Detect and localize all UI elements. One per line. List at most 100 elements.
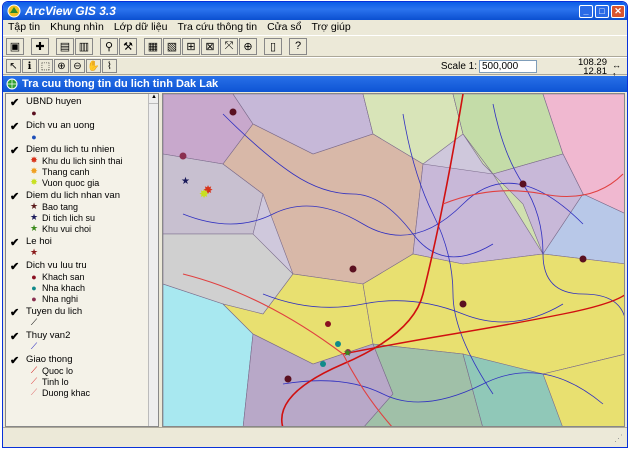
scale-box: Scale 1: bbox=[441, 60, 537, 73]
theme-visibility-checkbox[interactable]: ✔ bbox=[10, 306, 19, 319]
coordinate-readout: 108.29 12.81 bbox=[578, 58, 607, 77]
theme-name: Diem du lich nhan van bbox=[26, 190, 120, 201]
layout-icon: ▯ bbox=[269, 40, 277, 53]
legend-symbol-label: Duong khac bbox=[42, 387, 91, 398]
menu-window[interactable]: Cửa sổ bbox=[262, 21, 306, 33]
pointer-icon: ↖ bbox=[9, 60, 18, 72]
select-feature-tool[interactable]: ⬚ bbox=[38, 59, 53, 73]
guest-house-point[interactable] bbox=[335, 341, 341, 347]
add-theme-button[interactable]: ✚ bbox=[31, 37, 49, 55]
theme-entry[interactable]: ✔ Tuyen du lich ⟋ bbox=[6, 306, 158, 328]
theme-entry[interactable]: ✔ Dich vu luu tru ● Khach san ● Nha khach ● Nha… bbox=[6, 260, 158, 304]
resize-grip-icon[interactable]: ⋰ bbox=[614, 433, 623, 444]
district-office-point[interactable] bbox=[284, 375, 292, 383]
zoom-out-fixed-button[interactable]: ⊕ bbox=[239, 37, 257, 55]
help-button[interactable]: ? bbox=[289, 37, 307, 55]
scroll-up-icon[interactable]: ▲ bbox=[149, 94, 158, 104]
legend-symbol-icon: ● bbox=[31, 131, 37, 142]
theme-visibility-checkbox[interactable]: ✔ bbox=[10, 236, 19, 249]
table-of-contents: ✔ UBND huyen ● ✔ Dich vu an uong ● ✔ Diem du li… bbox=[5, 93, 159, 427]
district-office-point[interactable] bbox=[349, 265, 357, 273]
legend-symbol-row: ✸ Thang canh bbox=[26, 166, 158, 177]
map-canvas[interactable]: ✸ ✸ ★ ★ bbox=[163, 94, 625, 427]
save-project-button[interactable]: ▣ bbox=[6, 37, 24, 55]
theme-entry[interactable]: ✔ Thuy van2 ⟋ bbox=[6, 330, 158, 352]
menu-view[interactable]: Khung nhìn bbox=[45, 21, 109, 33]
layout-button[interactable]: ▯ bbox=[264, 37, 282, 55]
map-display[interactable]: ✸ ✸ ★ ★ bbox=[162, 93, 625, 427]
legend-icon: ▥ bbox=[78, 40, 90, 53]
zoom-out-tool[interactable]: ⊖ bbox=[70, 59, 85, 73]
theme-visibility-checkbox[interactable]: ✔ bbox=[10, 260, 19, 273]
minimize-button[interactable]: _ bbox=[579, 4, 593, 18]
theme-visibility-checkbox[interactable]: ✔ bbox=[10, 144, 19, 157]
theme-visibility-checkbox[interactable]: ✔ bbox=[10, 120, 19, 133]
theme-entry[interactable]: ✔ Diem du lich tu nhien ✸ Khu du lich sinh … bbox=[6, 144, 158, 188]
theme-entry[interactable]: ✔ UBND huyen ● bbox=[6, 96, 158, 118]
identify-tool[interactable]: ℹ bbox=[22, 59, 37, 73]
scale-input[interactable] bbox=[479, 60, 537, 73]
legend-symbol-row: ★ Di tich lich su bbox=[26, 212, 158, 223]
legend-symbol-label: Khach san bbox=[42, 271, 85, 282]
theme-list: ✔ UBND huyen ● ✔ Dich vu an uong ● ✔ Diem du li… bbox=[6, 96, 158, 398]
legend-symbol-row: ● bbox=[26, 131, 158, 142]
historic-site-point[interactable]: ★ bbox=[181, 176, 190, 187]
hotel-point[interactable] bbox=[325, 321, 331, 327]
theme-name: Thuy van2 bbox=[26, 330, 71, 341]
legend-symbol-label: Vuon quoc gia bbox=[42, 177, 100, 188]
menu-file[interactable]: Tập tin bbox=[3, 21, 45, 33]
legend-symbol-label: Nha nghi bbox=[42, 293, 79, 304]
status-bar: ⋰ bbox=[3, 427, 627, 447]
view-title: Tra cuu thong tin du lich tinh Dak Lak bbox=[22, 78, 219, 90]
pan-tool[interactable]: ✋ bbox=[86, 59, 101, 73]
zoom-to-selected-button[interactable]: ▧ bbox=[163, 37, 181, 55]
properties-icon: ▤ bbox=[59, 40, 71, 53]
zoom-full-extent-button[interactable]: ⊞ bbox=[182, 37, 200, 55]
legend-symbol-row: ⟋ Quoc lo bbox=[26, 365, 158, 376]
theme-entry[interactable]: ✔ Giao thong ⟋ Quoc lo ⟋ Tinh lo ⟋ Duong khac bbox=[6, 354, 158, 398]
theme-name: Diem du lich tu nhien bbox=[26, 144, 115, 155]
query-builder-button[interactable]: ⚒ bbox=[119, 37, 137, 55]
menu-query[interactable]: Tra cứu thông tin bbox=[172, 21, 262, 33]
national-park-point[interactable]: ✸ bbox=[199, 187, 209, 201]
district-office-point[interactable] bbox=[459, 300, 467, 308]
theme-name: UBND huyen bbox=[26, 96, 82, 107]
find-button[interactable]: ⚲ bbox=[100, 37, 118, 55]
save-icon: ▣ bbox=[9, 40, 21, 53]
theme-entry[interactable]: ✔ Diem du lich nhan van ★ Bao tang ★ Di tich … bbox=[6, 190, 158, 234]
pointer-tool[interactable]: ↖ bbox=[6, 59, 21, 73]
guest-house-point[interactable] bbox=[320, 361, 326, 367]
district-office-point[interactable] bbox=[179, 152, 187, 160]
menu-layer[interactable]: Lớp dữ liệu bbox=[109, 21, 173, 33]
theme-visibility-checkbox[interactable]: ✔ bbox=[10, 354, 19, 367]
zoom-out-icon: ⊖ bbox=[73, 60, 82, 72]
theme-entry[interactable]: ✔ Le hoi ★ bbox=[6, 236, 158, 258]
edit-legend-button[interactable]: ▥ bbox=[75, 37, 93, 55]
district-office-point[interactable] bbox=[519, 180, 527, 188]
arcview-app-icon bbox=[7, 4, 21, 18]
close-button[interactable]: ✕ bbox=[611, 4, 625, 18]
select-all-button[interactable]: ▦ bbox=[144, 37, 162, 55]
scale-label: Scale 1: bbox=[440, 61, 477, 72]
legend-symbol-row: ● bbox=[26, 107, 158, 118]
menu-help[interactable]: Trợ giúp bbox=[307, 21, 356, 33]
zoom-in-fixed-button[interactable]: ⤧ bbox=[220, 37, 238, 55]
zoom-in-fixed-icon: ⤧ bbox=[224, 39, 234, 52]
globe-icon bbox=[6, 78, 18, 90]
theme-properties-button[interactable]: ▤ bbox=[56, 37, 74, 55]
zoom-to-themes-button[interactable]: ⊠ bbox=[201, 37, 219, 55]
legend-symbol-row: ⟋ Tinh lo bbox=[26, 376, 158, 387]
amusement-point[interactable]: ★ bbox=[343, 348, 352, 359]
district-office-point[interactable] bbox=[229, 108, 237, 116]
legend-symbol-row: ⟋ bbox=[26, 317, 158, 328]
theme-visibility-checkbox[interactable]: ✔ bbox=[10, 330, 19, 343]
maximize-button[interactable]: □ bbox=[595, 4, 609, 18]
theme-name: Le hoi bbox=[26, 236, 52, 247]
zoom-in-tool[interactable]: ⊕ bbox=[54, 59, 69, 73]
theme-entry[interactable]: ✔ Dich vu an uong ● bbox=[6, 120, 158, 142]
toc-scrollbar[interactable]: ▲ bbox=[148, 94, 158, 426]
measure-tool[interactable]: ⌇ bbox=[102, 59, 117, 73]
theme-visibility-checkbox[interactable]: ✔ bbox=[10, 96, 19, 109]
theme-visibility-checkbox[interactable]: ✔ bbox=[10, 190, 19, 203]
district-office-point[interactable] bbox=[579, 255, 587, 263]
